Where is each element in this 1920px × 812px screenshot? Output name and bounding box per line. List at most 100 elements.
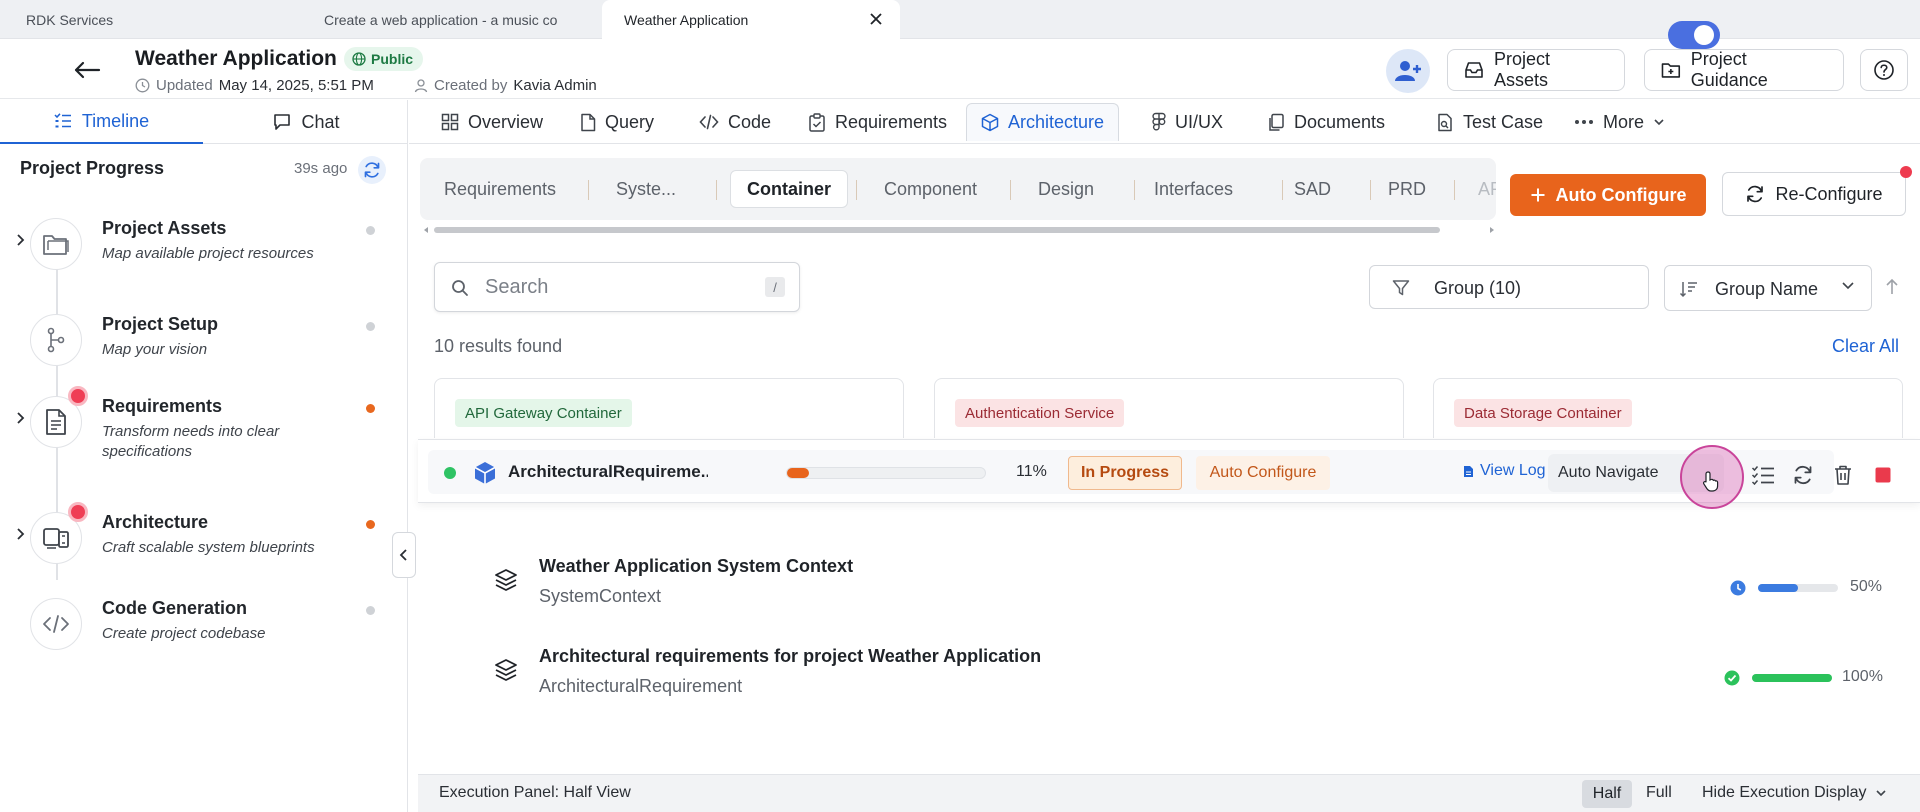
notification-dot bbox=[1900, 166, 1912, 178]
status-dot bbox=[366, 226, 375, 235]
running-status-dot bbox=[444, 467, 456, 479]
sub-tabs: Requirements Syste... Container Componen… bbox=[420, 158, 1496, 220]
tab-test-case[interactable]: Test Case bbox=[1422, 103, 1557, 141]
grid-icon bbox=[441, 113, 459, 131]
tab-query[interactable]: Query bbox=[566, 103, 668, 141]
clipboard-icon bbox=[809, 112, 825, 132]
group-sort-select[interactable]: Group Name bbox=[1664, 265, 1872, 311]
chevron-down-icon bbox=[1841, 281, 1855, 291]
globe-icon bbox=[352, 52, 366, 66]
execution-name: ArchitecturalRequireme... bbox=[508, 462, 708, 481]
arrow-left-icon bbox=[74, 61, 101, 79]
chevron-right-icon[interactable] bbox=[12, 232, 28, 248]
help-button[interactable] bbox=[1860, 49, 1908, 91]
subtab-component[interactable]: Component bbox=[884, 170, 977, 208]
visibility-badge: Public bbox=[344, 47, 424, 71]
layers-icon bbox=[494, 568, 518, 592]
tab-chat[interactable]: Chat bbox=[205, 100, 408, 144]
status-dot bbox=[366, 404, 375, 413]
project-assets-button[interactable]: Project Assets bbox=[1447, 49, 1625, 91]
refresh-button[interactable] bbox=[358, 156, 386, 184]
subtab-sad[interactable]: SAD bbox=[1294, 170, 1331, 208]
half-view-button[interactable]: Half bbox=[1582, 780, 1632, 808]
group-filter-button[interactable]: Group (10) bbox=[1369, 265, 1649, 309]
status-dot bbox=[366, 322, 375, 331]
chat-icon bbox=[274, 114, 291, 130]
tab-more[interactable]: More bbox=[1560, 103, 1679, 141]
subtab-system[interactable]: Syste... bbox=[616, 170, 676, 208]
left-panel-tabs: Timeline Chat bbox=[0, 100, 408, 144]
browser-tab[interactable]: Create a web application - a music co bbox=[300, 0, 600, 39]
container-card[interactable]: Data Storage Container bbox=[1433, 378, 1903, 438]
chevron-right-icon[interactable] bbox=[12, 410, 28, 426]
container-card[interactable]: API Gateway Container bbox=[434, 378, 904, 438]
hide-execution-display-button[interactable]: Hide Execution Display bbox=[1702, 784, 1887, 802]
folder-icon bbox=[30, 218, 82, 270]
folder-plus-icon bbox=[1661, 63, 1681, 78]
tab-timeline[interactable]: Timeline bbox=[0, 100, 203, 144]
main-tabs: Overview Query Code Requirements Archite… bbox=[409, 100, 1920, 144]
clear-all-link[interactable]: Clear All bbox=[1832, 336, 1899, 357]
auto-configure-button[interactable]: Auto Configure bbox=[1510, 174, 1706, 216]
browser-tab[interactable]: RDK Services bbox=[0, 0, 300, 39]
stop-button[interactable] bbox=[1870, 462, 1896, 488]
scrollbar-thumb[interactable] bbox=[434, 227, 1440, 233]
chevron-down-icon bbox=[1654, 119, 1664, 126]
layers-icon bbox=[494, 658, 518, 682]
status-badge: In Progress bbox=[1068, 456, 1182, 490]
search-input[interactable] bbox=[485, 273, 735, 301]
reconfigure-button[interactable]: Re-Configure bbox=[1722, 172, 1906, 216]
full-view-button[interactable]: Full bbox=[1646, 784, 1672, 802]
subtab-requirements[interactable]: Requirements bbox=[444, 170, 556, 208]
restart-button[interactable] bbox=[1790, 462, 1816, 488]
subtab-api[interactable]: AP bbox=[1478, 170, 1496, 208]
sort-icon bbox=[1679, 280, 1699, 298]
progress-time: 39s ago bbox=[294, 160, 348, 177]
plus-icon bbox=[1531, 188, 1544, 202]
progress-title: Project Progress bbox=[20, 158, 165, 178]
project-header: Weather Application Public Updated May 1… bbox=[0, 39, 1920, 99]
chevron-right-icon[interactable] bbox=[12, 526, 28, 542]
view-log-link[interactable]: View Log bbox=[1463, 462, 1546, 480]
checklist-button[interactable] bbox=[1750, 462, 1776, 488]
container-card[interactable]: Authentication Service bbox=[934, 378, 1404, 438]
subtab-prd[interactable]: PRD bbox=[1388, 170, 1426, 208]
notification-dot bbox=[68, 502, 88, 522]
add-user-button[interactable] bbox=[1386, 49, 1430, 93]
check-circle-icon bbox=[1724, 670, 1740, 686]
project-guidance-button[interactable]: Project Guidance bbox=[1644, 49, 1844, 91]
subtab-scrollbar[interactable] bbox=[420, 226, 1496, 234]
subtab-interfaces[interactable]: Interfaces bbox=[1154, 170, 1233, 208]
cube-icon bbox=[472, 460, 498, 486]
back-button[interactable] bbox=[70, 53, 104, 87]
collapse-panel-button[interactable] bbox=[392, 532, 416, 578]
status-dot bbox=[366, 606, 375, 615]
tab-requirements[interactable]: Requirements bbox=[794, 103, 961, 141]
add-user-icon bbox=[1395, 61, 1421, 81]
sort-direction-icon[interactable] bbox=[1884, 278, 1900, 296]
tab-ui-ux[interactable]: UI/UX bbox=[1138, 103, 1237, 141]
status-dot bbox=[366, 520, 375, 529]
execution-row: ArchitecturalRequireme... 11% In Progres… bbox=[428, 450, 1834, 494]
subtab-container[interactable]: Container bbox=[730, 170, 849, 208]
clock-icon bbox=[1730, 580, 1746, 596]
code-icon bbox=[30, 598, 82, 650]
subtab-design[interactable]: Design bbox=[1038, 170, 1094, 208]
close-icon[interactable] bbox=[866, 9, 886, 29]
auto-navigate-toggle[interactable] bbox=[1668, 21, 1720, 49]
tab-architecture[interactable]: Architecture bbox=[966, 103, 1120, 141]
figma-icon bbox=[1152, 112, 1166, 131]
checklist-icon bbox=[1751, 466, 1774, 485]
browser-tab-bar: RDK Services Create a web application - … bbox=[0, 0, 1920, 39]
list-icon bbox=[54, 113, 71, 128]
tab-overview[interactable]: Overview bbox=[427, 103, 557, 141]
delete-button[interactable] bbox=[1830, 462, 1856, 488]
browser-tab-active[interactable]: Weather Application bbox=[602, 0, 900, 39]
tab-documents[interactable]: Documents bbox=[1253, 103, 1399, 141]
copy-icon bbox=[1269, 113, 1284, 131]
execution-progress-text: 11% bbox=[1016, 463, 1047, 480]
git-branch-icon bbox=[30, 314, 82, 366]
tab-code[interactable]: Code bbox=[685, 103, 785, 141]
user-icon bbox=[414, 79, 428, 93]
cube-icon bbox=[981, 113, 999, 132]
